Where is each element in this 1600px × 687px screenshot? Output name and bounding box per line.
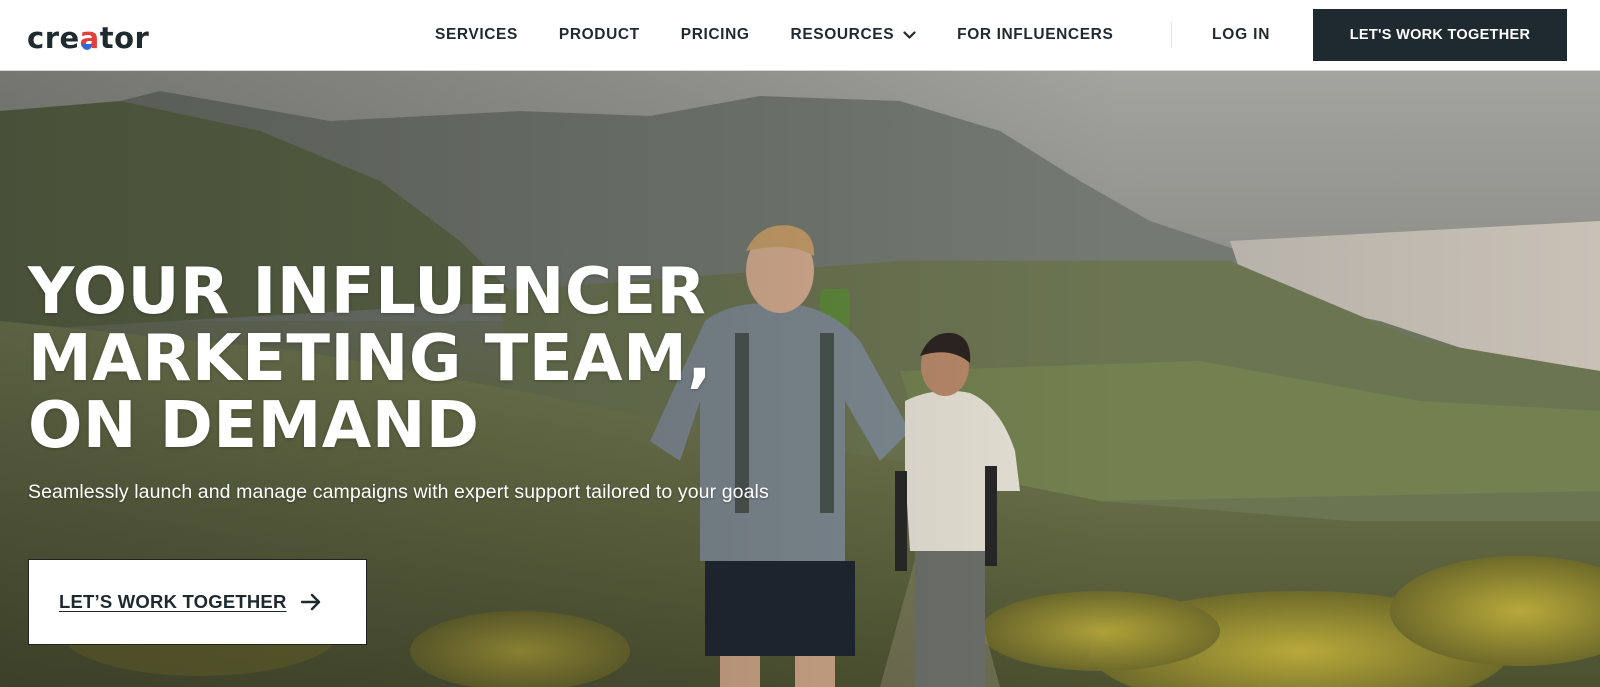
nav-resources-label: RESOURCES <box>790 26 895 43</box>
nav-pricing[interactable]: PRICING <box>681 26 750 44</box>
logo-text-end: tor <box>99 21 150 55</box>
hero-work-together-button[interactable]: LET’S WORK TOGETHER <box>28 559 367 645</box>
login-link[interactable]: LOG IN <box>1212 0 1270 70</box>
nav-for-influencers[interactable]: FOR INFLUENCERS <box>957 26 1113 44</box>
headline-line-1: YOUR INFLUENCER <box>28 255 707 329</box>
headline-line-3: ON DEMAND <box>28 389 480 463</box>
arrow-right-icon <box>300 593 321 611</box>
nav-divider <box>1171 22 1172 48</box>
header-work-together-button[interactable]: LET'S WORK TOGETHER <box>1313 9 1567 61</box>
site-header: cre a tor SERVICES PRODUCT PRICING RESOURC… <box>0 0 1600 71</box>
nav-pricing-label: PRICING <box>680 26 750 43</box>
hero-cta-label: LET’S WORK TOGETHER <box>59 591 287 612</box>
hero-headline: YOUR INFLUENCER MARKETING TEAM, ON DEMAN… <box>28 259 748 460</box>
creator-logo[interactable]: cre a tor <box>27 17 149 53</box>
nav-services[interactable]: SERVICES <box>435 26 518 44</box>
hero-subheadline: Seamlessly launch and manage campaigns w… <box>28 481 769 503</box>
nav-services-label: SERVICES <box>435 26 518 43</box>
nav-resources[interactable]: RESOURCES <box>791 26 917 44</box>
nav-for-influencers-label: FOR INFLUENCERS <box>957 26 1114 43</box>
logo-text-accent: a <box>79 21 100 55</box>
headline-line-2: MARKETING TEAM, <box>28 322 713 396</box>
hero-section: YOUR INFLUENCER MARKETING TEAM, ON DEMAN… <box>0 71 1600 687</box>
main-nav: SERVICES PRODUCT PRICING RESOURCES FOR I… <box>435 0 1154 70</box>
chevron-down-icon <box>903 30 916 40</box>
nav-product[interactable]: PRODUCT <box>559 26 640 44</box>
nav-product-label: PRODUCT <box>558 26 640 43</box>
logo-text-start: cre <box>27 21 80 55</box>
